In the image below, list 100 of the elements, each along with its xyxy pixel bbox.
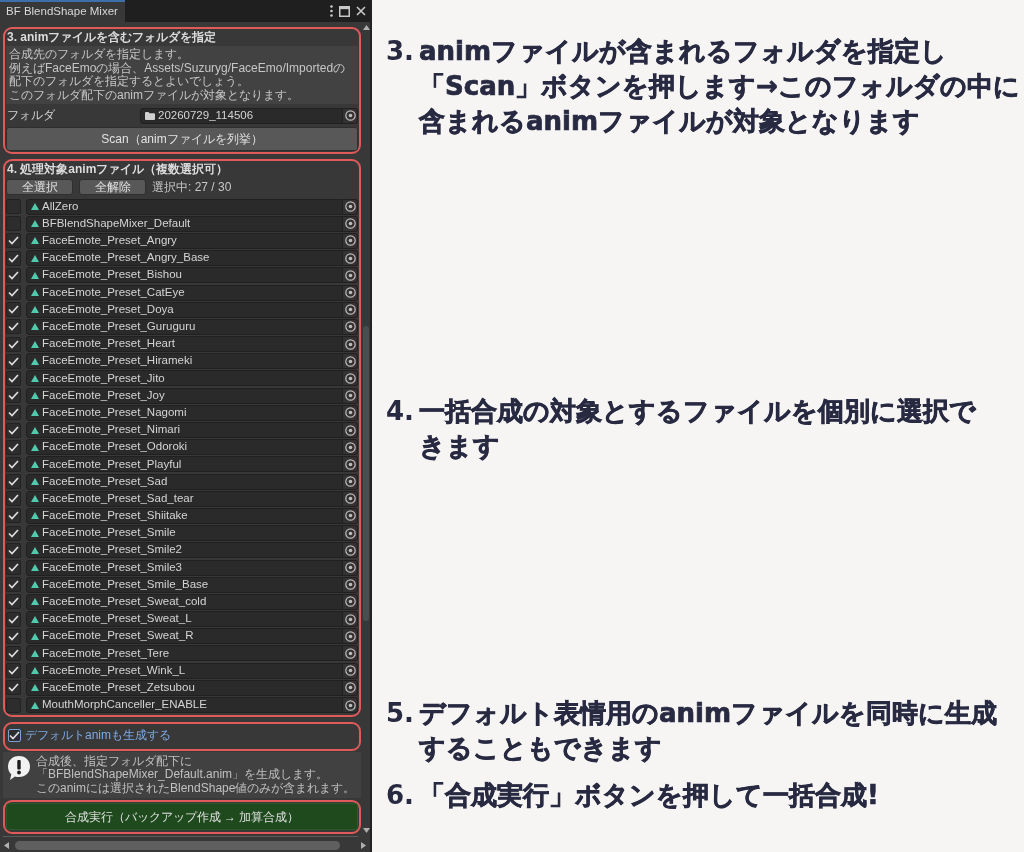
object-field[interactable]: FaceEmote_Preset_Smile2: [26, 542, 343, 559]
object-field[interactable]: FaceEmote_Preset_Heart: [26, 336, 343, 353]
scrollbar-thumb[interactable]: [15, 840, 340, 850]
picker-button[interactable]: [343, 353, 358, 370]
picker-button[interactable]: [343, 404, 358, 421]
picker-button[interactable]: [343, 525, 358, 542]
object-field[interactable]: FaceEmote_Preset_Sad_tear: [26, 490, 343, 507]
object-field[interactable]: FaceEmote_Preset_Joy: [26, 387, 343, 404]
object-field[interactable]: BFBlendShapeMixer_Default: [26, 215, 343, 232]
object-field[interactable]: FaceEmote_Preset_Zetsubou: [26, 679, 343, 696]
checkbox[interactable]: [6, 456, 21, 472]
left-arrow-icon[interactable]: [4, 841, 9, 849]
checkbox[interactable]: [6, 267, 21, 283]
checkbox[interactable]: [6, 645, 21, 661]
picker-button[interactable]: [343, 198, 358, 215]
deselect-all-button[interactable]: 全解除: [79, 179, 146, 195]
checkbox[interactable]: [6, 302, 21, 318]
window-tab[interactable]: BF BlendShape Mixer: [0, 0, 125, 22]
object-field[interactable]: FaceEmote_Preset_Odoroki: [26, 439, 343, 456]
checkbox[interactable]: [6, 250, 21, 266]
object-field[interactable]: FaceEmote_Preset_Guruguru: [26, 318, 343, 335]
object-field[interactable]: FaceEmote_Preset_Bishou: [26, 267, 343, 284]
picker-button[interactable]: [343, 576, 358, 593]
object-field[interactable]: FaceEmote_Preset_Sad: [26, 473, 343, 490]
picker-button[interactable]: [343, 456, 358, 473]
checkbox[interactable]: [6, 542, 21, 558]
checkbox[interactable]: [6, 370, 21, 386]
checkbox[interactable]: [6, 680, 21, 696]
more-options-icon[interactable]: [330, 5, 333, 17]
down-arrow-icon[interactable]: [362, 828, 370, 833]
run-button[interactable]: 合成実行（バックアップ作成 → 加算合成）: [6, 803, 358, 831]
picker-button[interactable]: [343, 318, 358, 335]
picker-button[interactable]: [343, 107, 358, 124]
object-field[interactable]: FaceEmote_Preset_Smile_Base: [26, 576, 343, 593]
picker-button[interactable]: [343, 387, 358, 404]
object-field[interactable]: FaceEmote_Preset_Nimari: [26, 422, 343, 439]
picker-button[interactable]: [343, 439, 358, 456]
object-field[interactable]: FaceEmote_Preset_Angry_Base: [26, 250, 343, 267]
select-all-button[interactable]: 全選択: [6, 179, 73, 195]
scrollbar-thumb[interactable]: [363, 326, 369, 621]
picker-button[interactable]: [343, 232, 358, 249]
checkbox[interactable]: [6, 525, 21, 541]
object-field[interactable]: 20260729_114506: [140, 107, 343, 124]
picker-button[interactable]: [343, 593, 358, 610]
checkbox[interactable]: [6, 233, 21, 249]
picker-button[interactable]: [343, 679, 358, 696]
checkbox[interactable]: [6, 560, 21, 576]
object-field[interactable]: FaceEmote_Preset_Hirameki: [26, 353, 343, 370]
object-field[interactable]: FaceEmote_Preset_Shiitake: [26, 507, 343, 524]
object-field[interactable]: FaceEmote_Preset_Wink_L: [26, 662, 343, 679]
checkbox[interactable]: [6, 628, 21, 644]
picker-button[interactable]: [343, 301, 358, 318]
checkbox[interactable]: [6, 697, 21, 713]
checkbox[interactable]: [6, 336, 21, 352]
up-arrow-icon[interactable]: [362, 25, 370, 30]
picker-button[interactable]: [343, 507, 358, 524]
object-field[interactable]: FaceEmote_Preset_Sweat_L: [26, 611, 343, 628]
checkbox[interactable]: [6, 474, 21, 490]
object-field[interactable]: FaceEmote_Preset_Smile3: [26, 559, 343, 576]
object-field[interactable]: FaceEmote_Preset_Smile: [26, 525, 343, 542]
object-field[interactable]: FaceEmote_Preset_Doya: [26, 301, 343, 318]
object-field[interactable]: FaceEmote_Preset_Angry: [26, 232, 343, 249]
checkbox[interactable]: [6, 285, 21, 301]
maximize-icon[interactable]: [339, 5, 350, 17]
object-field[interactable]: FaceEmote_Preset_Tere: [26, 645, 343, 662]
object-field[interactable]: FaceEmote_Preset_Sweat_R: [26, 628, 343, 645]
picker-button[interactable]: [343, 628, 358, 645]
picker-button[interactable]: [343, 250, 358, 267]
picker-button[interactable]: [343, 559, 358, 576]
object-field[interactable]: FaceEmote_Preset_CatEye: [26, 284, 343, 301]
checkbox[interactable]: [6, 491, 21, 507]
object-field[interactable]: AllZero: [26, 198, 343, 215]
object-field[interactable]: MouthMorphCanceller_ENABLE: [26, 697, 343, 714]
checkbox[interactable]: [6, 611, 21, 627]
scan-button[interactable]: Scan（animファイルを列挙）: [6, 127, 358, 151]
checkbox[interactable]: [6, 577, 21, 593]
picker-button[interactable]: [343, 370, 358, 387]
checkbox[interactable]: [6, 594, 21, 610]
checkbox[interactable]: [6, 663, 21, 679]
checkbox[interactable]: [6, 422, 21, 438]
checkbox[interactable]: [6, 439, 21, 455]
checkbox-label[interactable]: デフォルトanimも生成する: [25, 728, 171, 743]
object-field[interactable]: FaceEmote_Preset_Playful: [26, 456, 343, 473]
right-arrow-icon[interactable]: [361, 841, 366, 849]
checkbox[interactable]: [6, 388, 21, 404]
object-field[interactable]: FaceEmote_Preset_Nagomi: [26, 404, 343, 421]
picker-button[interactable]: [343, 422, 358, 439]
picker-button[interactable]: [343, 215, 358, 232]
object-field[interactable]: FaceEmote_Preset_Sweat_cold: [26, 593, 343, 610]
picker-button[interactable]: [343, 697, 358, 714]
checkbox[interactable]: [6, 216, 21, 232]
picker-button[interactable]: [343, 284, 358, 301]
checkbox[interactable]: [6, 405, 21, 421]
checkbox[interactable]: [8, 729, 21, 743]
picker-button[interactable]: [343, 336, 358, 353]
picker-button[interactable]: [343, 662, 358, 679]
object-field[interactable]: FaceEmote_Preset_Jito: [26, 370, 343, 387]
picker-button[interactable]: [343, 645, 358, 662]
picker-button[interactable]: [343, 542, 358, 559]
picker-button[interactable]: [343, 490, 358, 507]
